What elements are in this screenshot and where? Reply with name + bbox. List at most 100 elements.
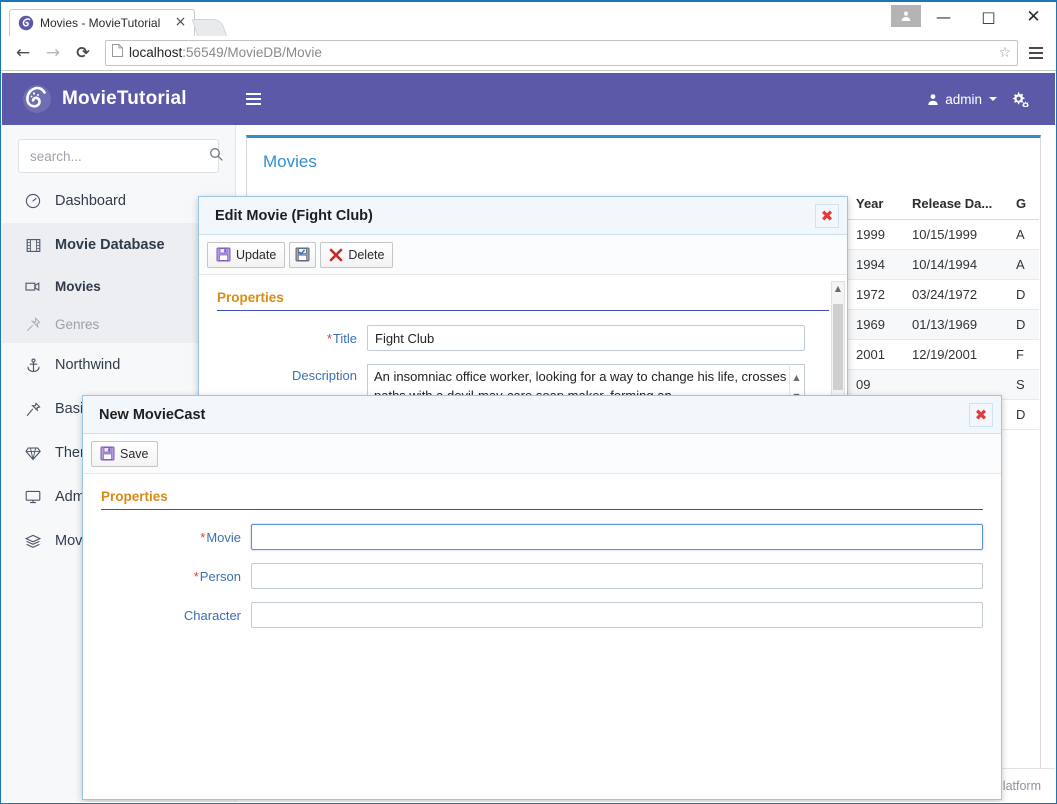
tab-close-icon[interactable]: × [173,15,188,31]
new-moviecast-dialog: New MovieCast ✖ Save Properties *Movie *… [82,395,1002,800]
browser-tab-title: Movies - MovieTutorial [40,16,161,30]
wand-icon [24,401,42,417]
title-field-label: *Title [326,330,357,346]
browser-navbar: ← → ⟳ localhost:56549/MovieDB/Movie ☆ [1,35,1056,71]
column-header-genre[interactable]: G [1008,188,1039,220]
cell-release-date: 10/14/1994 [904,249,1008,280]
search-icon[interactable] [209,147,223,166]
new-moviecast-dialog-title: New MovieCast [99,406,206,423]
edit-movie-dialog-title: Edit Movie (Fight Club) [215,207,373,224]
cell-year: 1969 [848,309,904,340]
film-icon [24,238,42,253]
column-header-year[interactable]: Year [848,188,904,220]
sidebar-item-label: Genres [55,316,100,332]
monitor-icon [24,490,42,504]
back-icon[interactable]: ← [9,39,37,67]
new-moviecast-dialog-titlebar[interactable]: New MovieCast ✖ [83,396,1001,434]
cell-genre: A [1008,249,1039,280]
scroll-up-icon[interactable]: ▲ [832,284,844,293]
delete-button[interactable]: Delete [320,241,394,268]
browser-window: Movies - MovieTutorial × — □ ✕ ← → ⟳ loc… [0,0,1057,804]
cell-genre: A [1008,219,1039,250]
sidebar-toggle-icon[interactable] [236,73,270,125]
field-row-person: *Person [101,563,983,589]
description-field-label: Description [291,368,357,383]
cell-genre: S [1008,369,1039,400]
app-brand[interactable]: MovieTutorial [2,73,236,125]
browser-titlebar: Movies - MovieTutorial × — □ ✕ [1,2,1056,36]
edit-movie-toolbar: Update Delete [199,235,847,275]
new-moviecast-form: Properties *Movie *Person Character [83,475,1001,799]
sidebar-item-label: Movies [55,278,101,294]
character-input[interactable] [251,602,983,628]
required-marker: * [326,330,332,346]
sidebar-search[interactable] [18,139,223,173]
sidebar-item-label: Movie Database [55,237,165,253]
address-bar[interactable]: localhost:56549/MovieDB/Movie ☆ [105,39,1018,66]
cell-year: 1994 [848,249,904,280]
window-minimize-button[interactable]: — [921,2,966,32]
cell-release-date: 01/13/1969 [904,309,1008,340]
app-header-right: admin [927,73,1055,125]
browser-menu-icon[interactable] [1024,39,1048,67]
diamond-icon [24,446,42,461]
character-field-label: Character [183,607,241,623]
new-tab-button[interactable] [191,19,227,36]
app-logo-icon [22,84,52,114]
address-bar-text: localhost:56549/MovieDB/Movie [129,45,992,60]
chevron-down-icon [989,97,997,101]
window-maximize-button[interactable]: □ [966,2,1011,32]
layers-icon [24,534,42,549]
anchor-icon [24,358,42,373]
person-input[interactable] [251,563,983,589]
close-icon[interactable]: ✖ [969,402,993,427]
bookmark-star-icon[interactable]: ☆ [998,45,1011,61]
save-check-icon [295,247,310,262]
cell-year: 1972 [848,279,904,310]
browser-tab[interactable]: Movies - MovieTutorial × [9,9,195,36]
close-icon[interactable]: ✖ [815,203,839,228]
settings-gear-icon[interactable] [1003,91,1037,107]
app-brand-text: MovieTutorial [62,88,187,109]
cell-genre: F [1008,339,1039,370]
user-menu[interactable]: admin [927,92,997,107]
video-camera-icon [24,280,42,293]
page-title: Movies [263,152,317,171]
app-header: MovieTutorial admin [2,73,1055,125]
window-close-button[interactable]: ✕ [1011,2,1056,32]
column-header-release-date[interactable]: Release Da... [904,188,1008,220]
cell-release-date: 03/24/1972 [904,279,1008,310]
save-icon [100,446,115,461]
title-input[interactable] [367,325,805,351]
search-input[interactable] [28,147,209,165]
category-divider [101,509,983,510]
movie-field-label: *Movie [200,529,241,545]
url-host: localhost [129,45,183,60]
url-path: :56549/MovieDB/Movie [182,45,322,60]
movie-input[interactable] [251,524,983,550]
save-and-close-button[interactable] [289,241,317,268]
save-icon [216,247,231,262]
update-button-label: Update [236,247,277,262]
pin-icon [24,316,42,332]
required-marker: * [193,568,199,584]
reload-icon[interactable]: ⟳ [69,39,97,67]
profile-icon[interactable] [891,5,921,27]
cell-release-date: 12/19/2001 [904,339,1008,370]
scroll-up-icon[interactable]: ▲ [793,368,799,387]
user-icon [928,93,938,105]
save-button[interactable]: Save [91,440,158,467]
field-row-title: *Title [217,325,829,351]
application-root: MovieTutorial admin search... Dashboard … [2,73,1055,802]
delete-x-icon [330,248,343,261]
scrollbar-thumb[interactable] [833,304,843,390]
edit-movie-dialog-titlebar[interactable]: Edit Movie (Fight Club) ✖ [199,197,847,235]
sidebar-item-label: Dashboard [55,193,126,209]
forward-icon[interactable]: → [39,39,67,67]
dashboard-icon [24,193,42,209]
delete-button-label: Delete [348,247,385,262]
field-row-movie: *Movie [101,524,983,550]
new-moviecast-toolbar: Save [83,434,1001,474]
page-document-icon [112,43,123,62]
update-button[interactable]: Update [207,241,286,268]
